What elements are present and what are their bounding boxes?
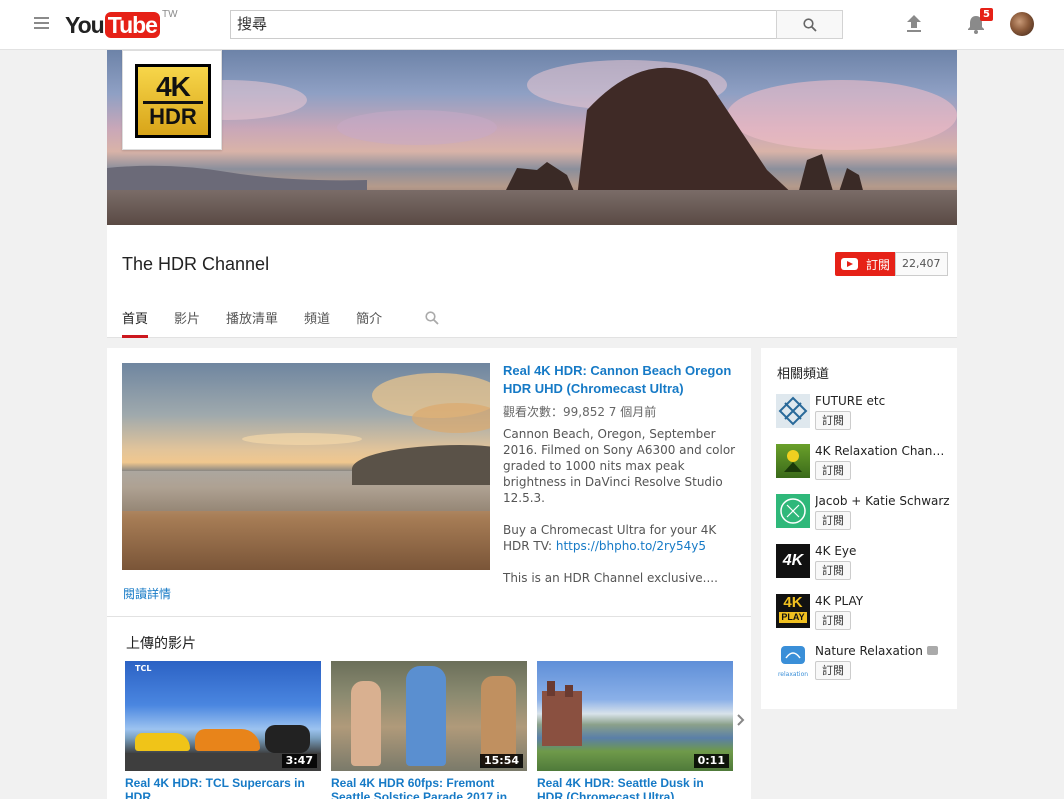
subscribe-button[interactable]: 訂閱	[835, 252, 899, 276]
tab-videos[interactable]: 影片	[174, 311, 200, 338]
channel-icon[interactable]	[776, 394, 810, 428]
channel-icon[interactable]: 4K PLAY	[776, 594, 810, 628]
featured-video-meta: 觀看次數：99,852 7 個月前	[503, 405, 657, 419]
channel-name[interactable]: 4K Relaxation Channel	[815, 444, 950, 458]
featured-video-thumbnail[interactable]	[122, 363, 490, 570]
video-duration: 3:47	[281, 754, 317, 768]
channel-banner	[107, 50, 957, 225]
tab-playlists[interactable]: 播放清單	[226, 311, 278, 338]
channel-name[interactable]: Jacob + Katie Schwarz	[815, 494, 950, 508]
channel-search-icon[interactable]	[425, 311, 439, 325]
tab-about[interactable]: 簡介	[356, 311, 382, 338]
related-channel-item: FUTURE etc 訂閱	[776, 394, 951, 434]
description-paragraph: Cannon Beach, Oregon, September 2016. Fi…	[503, 427, 736, 505]
related-channels-title: 相關頻道	[777, 367, 830, 382]
read-more-link[interactable]: 閱讀詳情	[123, 585, 171, 602]
subscribe-button[interactable]: 訂閱	[815, 611, 851, 630]
channel-icon[interactable]	[776, 444, 810, 478]
description-paragraph: This is an HDR Channel exclusive....	[503, 571, 718, 585]
related-channel-item: 4K PLAY 4K PLAY 訂閱	[776, 594, 951, 634]
video-duration: 0:11	[693, 754, 729, 768]
youtube-logo[interactable]: You Tube TW	[65, 9, 178, 40]
channel-title: The HDR Channel	[122, 254, 270, 274]
user-avatar[interactable]	[1010, 12, 1034, 36]
verified-icon	[926, 646, 938, 655]
channel-tabs: 首頁 影片 播放清單 頻道 簡介	[122, 311, 439, 338]
channel-icon-text: relaxation	[777, 671, 809, 678]
channel-header: The HDR Channel 訂閱 22,407 首頁 影片 播放清單 頻道 …	[107, 225, 957, 338]
search-button[interactable]	[776, 10, 843, 39]
video-duration: 15:54	[479, 754, 523, 768]
video-title[interactable]: Real 4K HDR 60fps: Fremont Seattle Solst…	[331, 776, 527, 799]
related-channel-item: 4K 4K Eye 訂閱	[776, 544, 951, 584]
youtube-play-icon	[841, 258, 858, 270]
top-bar: You Tube TW 搜尋 5	[0, 0, 1064, 50]
channel-icon[interactable]	[776, 494, 810, 528]
logo-region: TW	[161, 9, 178, 20]
logo-text-4k: 4K	[156, 71, 191, 102]
chevron-right-icon[interactable]	[736, 714, 746, 726]
related-channel-item: Jacob + Katie Schwarz 訂閱	[776, 494, 951, 534]
description-link[interactable]: https://bhpho.to/2ry54y5	[556, 539, 706, 553]
subscribe-button[interactable]: 訂閱	[815, 561, 851, 580]
upload-icon[interactable]	[905, 14, 923, 33]
channel-icon-text: 4K	[783, 594, 803, 611]
video-thumbnail[interactable]: 0:11	[537, 661, 733, 771]
video-thumbnail[interactable]: TCL 3:47	[125, 661, 321, 771]
video-card[interactable]: 15:54 Real 4K HDR 60fps: Fremont Seattle…	[331, 661, 527, 799]
thumbnail-overlay-text: TCL	[135, 664, 152, 673]
logo-text-hdr: HDR	[143, 101, 203, 129]
featured-video-title[interactable]: Real 4K HDR: Cannon Beach Oregon HDR UHD…	[503, 362, 738, 398]
channel-name[interactable]: FUTURE etc	[815, 394, 950, 408]
subscriber-count: 22,407	[895, 252, 948, 276]
channel-icon[interactable]: relaxation	[776, 644, 810, 678]
channel-icon-text: PLAY	[779, 612, 807, 623]
featured-video-description: Cannon Beach, Oregon, September 2016. Fi…	[503, 426, 743, 602]
subscribe-button[interactable]: 訂閱	[815, 661, 851, 680]
logo-text-tube: Tube	[104, 12, 160, 38]
channel-name[interactable]: 4K PLAY	[815, 594, 950, 608]
tab-home[interactable]: 首頁	[122, 311, 149, 338]
subscribe-button[interactable]: 訂閱	[815, 511, 851, 530]
video-thumbnail[interactable]: 15:54	[331, 661, 527, 771]
search-input[interactable]: 搜尋	[230, 10, 777, 39]
channel-avatar[interactable]: 4K HDR	[122, 50, 222, 150]
related-channels-sidebar: 相關頻道 FUTURE etc 訂閱 4K Relaxation Channel…	[761, 348, 957, 709]
related-channel-item: relaxation Nature Relaxation 訂閱	[776, 644, 951, 684]
related-channel-item: 4K Relaxation Channel 訂閱	[776, 444, 951, 484]
channel-icon-text: 4K	[782, 552, 804, 569]
video-card[interactable]: TCL 3:47 Real 4K HDR: TCL Supercars in H…	[125, 661, 321, 799]
subscribe-label: 訂閱	[866, 257, 891, 272]
search-icon	[803, 18, 817, 32]
subscribe-button[interactable]: 訂閱	[815, 461, 851, 480]
video-card[interactable]: 0:11 Real 4K HDR: Seattle Dusk in HDR (C…	[537, 661, 733, 799]
logo-text-you: You	[65, 12, 105, 38]
video-title[interactable]: Real 4K HDR: Seattle Dusk in HDR (Chrome…	[537, 776, 733, 799]
channel-name[interactable]: Nature Relaxation	[815, 644, 950, 658]
notification-badge: 5	[980, 8, 993, 21]
hamburger-menu-icon[interactable]	[34, 17, 49, 31]
subscribe-button[interactable]: 訂閱	[815, 411, 851, 430]
section-divider	[107, 616, 751, 617]
channel-icon[interactable]: 4K	[776, 544, 810, 578]
uploads-section-title: 上傳的影片	[126, 636, 196, 652]
channel-name[interactable]: 4K Eye	[815, 544, 950, 558]
description-paragraph: Buy a Chromecast Ultra for your 4K HDR T…	[503, 523, 717, 553]
main-content: 閱讀詳情 Real 4K HDR: Cannon Beach Oregon HD…	[107, 348, 751, 799]
video-title[interactable]: Real 4K HDR: TCL Supercars in HDR	[125, 776, 321, 799]
tab-channels[interactable]: 頻道	[304, 311, 330, 338]
